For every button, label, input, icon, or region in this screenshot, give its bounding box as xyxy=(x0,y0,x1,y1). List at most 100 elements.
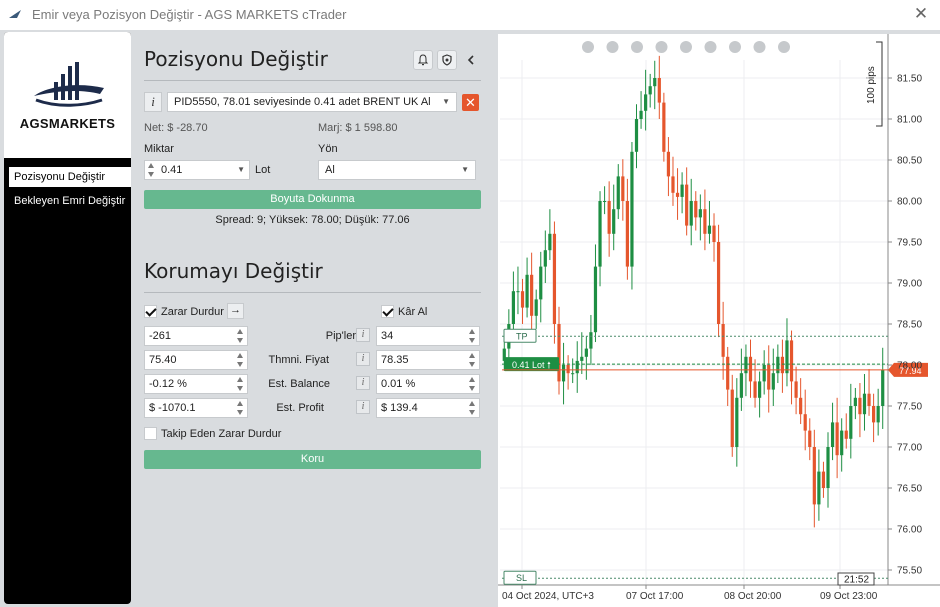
candle-body xyxy=(748,356,753,382)
y-tick-label: 79.50 xyxy=(897,238,922,249)
tp-price-value: 78.35 xyxy=(381,354,409,366)
sidebar: AGSMARKETS Pozisyonu Değiştir Bekleyen E… xyxy=(4,32,131,604)
direction-select[interactable]: Al ▼ xyxy=(318,160,476,180)
info-icon[interactable]: i xyxy=(356,352,370,366)
candle-body xyxy=(730,389,734,447)
shield-icon[interactable] xyxy=(437,50,457,70)
chart-canvas[interactable]: TPSL0.41 Lot 🠕77.9481.5081.0080.5080.007… xyxy=(498,34,940,607)
position-select[interactable]: PID5550, 78.01 seviyesinde 0.41 adet BRE… xyxy=(167,92,457,112)
close-position-button[interactable]: ✕ xyxy=(462,93,479,111)
stepper-arrows-icon[interactable] xyxy=(237,329,244,343)
pips-label: Pip'ler xyxy=(325,330,356,342)
indicator-icon[interactable] xyxy=(729,41,741,53)
candle-body xyxy=(849,406,853,439)
candle-body xyxy=(671,176,675,193)
trailing-stop-label: Takip Eden Zarar Durdur xyxy=(161,428,282,440)
candle-body xyxy=(575,360,579,374)
candle-body xyxy=(881,369,885,406)
candles-icon[interactable] xyxy=(655,41,668,53)
candle-body xyxy=(589,332,593,349)
dont-touch-size-button[interactable]: Boyuta Dokunma xyxy=(144,190,481,209)
x-tick-label: 09 Oct 23:00 xyxy=(820,591,878,602)
trailing-stop-checkbox[interactable] xyxy=(144,427,157,440)
y-tick-label: 77.50 xyxy=(897,402,922,413)
shapes-icon[interactable] xyxy=(778,41,790,53)
info-icon[interactable]: i xyxy=(356,376,370,390)
sl-balance-input[interactable]: -0.12 % xyxy=(144,374,248,394)
y-tick-label: 80.00 xyxy=(897,197,922,208)
y-tick-label: 80.50 xyxy=(897,156,922,167)
take-profit-checkbox[interactable] xyxy=(381,305,394,318)
candle-body xyxy=(520,291,525,308)
candle-body xyxy=(771,373,775,390)
ags-logo-icon xyxy=(33,61,104,107)
stepper-arrows-icon[interactable] xyxy=(237,353,244,367)
candle-body xyxy=(602,201,607,202)
tp-profit-value: $ 139.4 xyxy=(381,402,418,414)
price-chart[interactable]: TP SL 0.41 Lot 🠕 77.94 81.50 81.00 80.50 80.00 7… xyxy=(498,34,940,607)
tp-pips-input[interactable]: 34 xyxy=(376,326,480,346)
candle-body xyxy=(799,397,803,415)
candle-body xyxy=(703,209,707,234)
amount-label: Miktar xyxy=(144,143,174,155)
protect-button[interactable]: Koru xyxy=(144,450,481,469)
candle-body xyxy=(616,176,620,210)
stepper-arrows-icon[interactable] xyxy=(237,401,244,415)
candle-body xyxy=(625,201,629,267)
list-icon[interactable] xyxy=(704,41,717,53)
sl-price-value: 75.40 xyxy=(149,354,177,366)
zoom-in-icon[interactable] xyxy=(606,41,619,53)
sidebar-item-modify-position[interactable]: Pozisyonu Değiştir xyxy=(9,167,131,187)
candle-body xyxy=(525,274,529,308)
zoom-out-icon[interactable] xyxy=(582,41,594,53)
candle-body xyxy=(539,266,543,300)
candle-body xyxy=(744,356,748,374)
stepper-arrows-icon[interactable] xyxy=(237,377,244,391)
fill-icon[interactable] xyxy=(753,41,766,53)
stepper-arrows-icon[interactable] xyxy=(148,163,155,177)
arrow-right-icon[interactable]: → xyxy=(227,303,244,319)
candle-body xyxy=(566,365,570,374)
form-panel: Pozisyonu Değiştir i PID5550, 78.01 sevi… xyxy=(144,30,481,607)
sidebar-item-modify-pending-order[interactable]: Bekleyen Emri Değiştir xyxy=(9,191,131,211)
y-tick-label: 78.00 xyxy=(897,361,922,372)
sl-pips-input[interactable]: -261 xyxy=(144,326,248,346)
candle-body xyxy=(680,184,684,197)
collapse-chevron-icon[interactable] xyxy=(461,50,481,70)
amount-stepper[interactable]: 0.41 ▼ xyxy=(144,160,250,180)
info-icon[interactable]: i xyxy=(356,328,370,342)
stepper-arrows-icon[interactable] xyxy=(469,353,476,367)
candle-body xyxy=(685,184,689,226)
candle-body xyxy=(662,102,666,152)
sl-pips-value: -261 xyxy=(149,330,172,342)
candle-body xyxy=(689,201,693,226)
candle-body xyxy=(794,381,798,398)
tp-price-input[interactable]: 78.35 xyxy=(376,350,480,370)
candle-body xyxy=(821,471,826,488)
sl-label: SL xyxy=(516,573,527,583)
tp-balance-input[interactable]: 0.01 % xyxy=(376,374,480,394)
sl-profit-input[interactable]: $ -1070.1 xyxy=(144,398,248,418)
stepper-arrows-icon[interactable] xyxy=(469,401,476,415)
candle-body xyxy=(621,176,625,201)
candle-body xyxy=(830,422,835,447)
info-icon[interactable]: i xyxy=(356,400,370,414)
candle-body xyxy=(644,94,648,111)
stop-loss-label: Zarar Durdur xyxy=(161,306,224,318)
close-icon[interactable]: ✕ xyxy=(910,3,932,25)
info-icon[interactable]: i xyxy=(144,92,162,112)
bell-icon[interactable] xyxy=(413,50,433,70)
drawing-icon[interactable] xyxy=(631,41,643,53)
tp-profit-input[interactable]: $ 139.4 xyxy=(376,398,480,418)
candle-body xyxy=(675,192,680,197)
sl-price-input[interactable]: 75.40 xyxy=(144,350,248,370)
candle-body xyxy=(739,373,743,398)
stop-loss-checkbox[interactable] xyxy=(144,305,157,318)
lot-label: Lot xyxy=(255,164,271,176)
timeframe-icon[interactable] xyxy=(680,41,692,53)
stepper-arrows-icon[interactable] xyxy=(469,329,476,343)
stepper-arrows-icon[interactable] xyxy=(469,377,476,391)
candle-body xyxy=(812,447,816,505)
candle-body xyxy=(648,86,652,95)
modify-position-title: Pozisyonu Değiştir xyxy=(144,47,328,71)
